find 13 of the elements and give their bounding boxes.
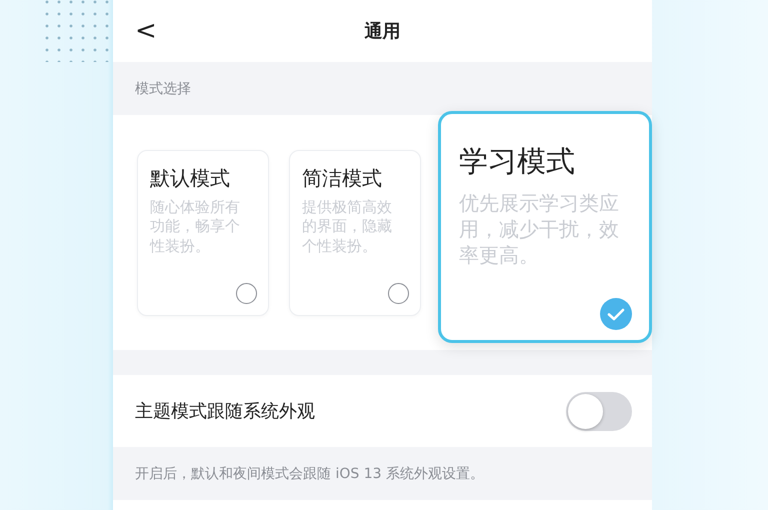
section-header: 模式选择	[135, 80, 191, 98]
footnote-text: 开启后，默认和夜间模式会跟随 iOS 13 系统外观设置。	[135, 464, 484, 482]
mode-title: 简洁模式	[302, 164, 383, 192]
page-title: 通用	[364, 20, 400, 43]
checkmark-icon	[600, 298, 632, 330]
back-button[interactable]: <	[131, 16, 161, 46]
dot-pattern-drawing	[44, 0, 110, 62]
setting-label: 主题模式跟随系统外观	[135, 400, 315, 423]
mode-title: 学习模式	[459, 143, 576, 180]
mode-title: 默认模式	[150, 164, 231, 192]
toggle-switch[interactable]	[566, 392, 632, 430]
radio-circle-icon	[388, 282, 409, 304]
radio-circle-icon	[236, 282, 257, 304]
